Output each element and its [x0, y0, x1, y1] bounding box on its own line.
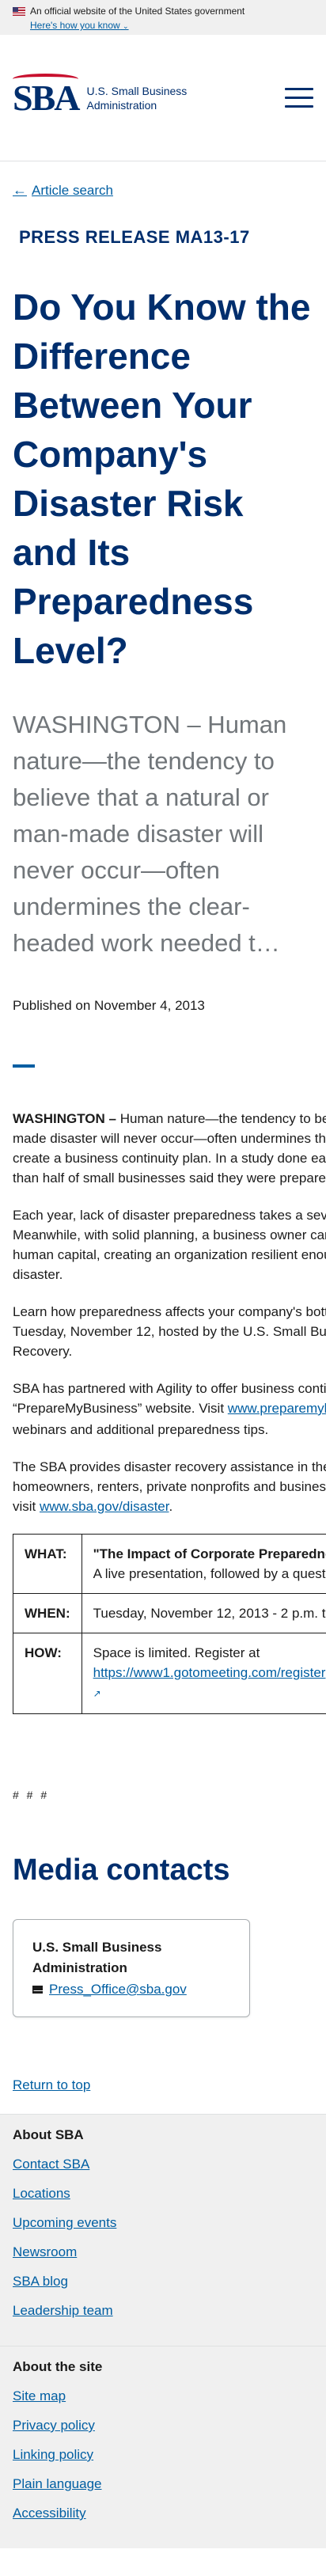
sba-logo[interactable]: SBA U.S. Small Business Administration: [13, 73, 189, 116]
paragraph-text: .: [169, 1499, 173, 1514]
article-search-link[interactable]: ← Article search: [13, 182, 113, 199]
sba-logo-mark: SBA: [13, 73, 80, 116]
menu-bar: [285, 97, 313, 99]
article-search-label: Article search: [32, 182, 113, 198]
footer-link-leadership-team[interactable]: Leadership team: [13, 2303, 113, 2318]
menu-bar: [285, 105, 313, 108]
body-paragraph: SBA has partnered with Agility to offer …: [13, 1379, 326, 1440]
event-details-table: WHAT: "The Impact of Corporate Preparedn…: [13, 1534, 326, 1714]
footer-about-sba: About SBA Contact SBA Locations Upcoming…: [0, 2114, 326, 2346]
registration-link[interactable]: https://www1.gotomeeting.com/register: [93, 1665, 326, 1680]
footer-link-list: Site map Privacy policy Linking policy P…: [13, 2388, 313, 2522]
event-detail: Space is limited. Register at: [93, 1645, 260, 1660]
footer-link-privacy-policy[interactable]: Privacy policy: [13, 2418, 95, 2433]
external-link-icon: ↗: [93, 1688, 101, 1699]
logo-arc-icon: [13, 73, 79, 85]
table-cell: Tuesday, November 12, 2013 - 2 p.m. to 3…: [81, 1593, 326, 1633]
heres-how-you-know-link[interactable]: Here's how you know ⌄: [30, 19, 129, 32]
us-flag-icon: [13, 6, 25, 16]
envelope-icon: [32, 1986, 44, 1994]
body-paragraph: Learn how preparedness affects your comp…: [13, 1304, 326, 1359]
article-body: WASHINGTON – Human nature—the tendency t…: [13, 1109, 326, 1714]
gov-banner: An official website of the United States…: [0, 0, 326, 35]
list-item: Upcoming events: [13, 2214, 313, 2232]
media-contacts-heading: Media contacts: [13, 1853, 230, 1887]
site-header: SBA U.S. Small Business Administration: [0, 35, 326, 161]
list-item: SBA blog: [13, 2273, 313, 2290]
footer-link-upcoming-events[interactable]: Upcoming events: [13, 2215, 116, 2230]
list-item: Leadership team: [13, 2302, 313, 2320]
table-row: WHEN: Tuesday, November 12, 2013 - 2 p.m…: [13, 1593, 326, 1633]
site-footer: About SBA Contact SBA Locations Upcoming…: [0, 2114, 326, 2548]
sba-disaster-link[interactable]: www.sba.gov/disaster: [40, 1499, 169, 1514]
list-item: Plain language: [13, 2475, 313, 2493]
table-label: WHEN:: [13, 1593, 82, 1633]
footer-link-site-map[interactable]: Site map: [13, 2388, 66, 2403]
table-cell: Space is limited. Register at https://ww…: [81, 1633, 326, 1714]
arrow-left-icon: ←: [13, 182, 27, 198]
list-item: Site map: [13, 2388, 313, 2405]
contact-organization: U.S. Small Business Administration: [32, 1940, 162, 1975]
footer-heading: About the site: [13, 2359, 103, 2374]
media-contact-card: U.S. Small Business Administration Press…: [13, 1919, 250, 2017]
list-item: Linking policy: [13, 2446, 313, 2464]
press-release-number: PRESS RELEASE MA13-17: [19, 227, 250, 247]
page-title: Do You Know the Difference Between Your …: [13, 286, 311, 671]
preparemybusiness-link[interactable]: www.preparemybusiness.org: [228, 1401, 326, 1416]
contact-email-row: Press_Office@sba.gov: [32, 1982, 230, 1997]
footer-heading: About SBA: [13, 2127, 84, 2142]
logo-text: U.S. Small Business Administration: [86, 84, 188, 112]
list-item: Accessibility: [13, 2505, 313, 2522]
table-row: HOW: Space is limited. Register at https…: [13, 1633, 326, 1714]
footer-link-sba-blog[interactable]: SBA blog: [13, 2274, 68, 2289]
event-title: "The Impact of Corporate Preparedness on…: [93, 1546, 326, 1561]
footer-link-locations[interactable]: Locations: [13, 2186, 70, 2201]
body-paragraph: Each year, lack of disaster preparedness…: [13, 1208, 326, 1282]
menu-bar: [285, 88, 313, 90]
heres-how-you-know-label: Here's how you know: [30, 20, 120, 31]
menu-hamburger-icon[interactable]: [285, 88, 313, 108]
closing-marks: # # #: [13, 1789, 50, 1801]
press-office-email-link[interactable]: Press_Office@sba.gov: [49, 1982, 187, 1997]
table-row: WHAT: "The Impact of Corporate Preparedn…: [13, 1534, 326, 1594]
dateline: WASHINGTON –: [13, 1111, 116, 1126]
footer-link-list: Contact SBA Locations Upcoming events Ne…: [13, 2156, 313, 2320]
official-site-text: An official website of the United States…: [30, 6, 245, 17]
chevron-down-icon: ⌄: [123, 22, 129, 30]
footer-link-contact-sba[interactable]: Contact SBA: [13, 2157, 89, 2172]
footer-link-linking-policy[interactable]: Linking policy: [13, 2447, 93, 2462]
footer-link-newsroom[interactable]: Newsroom: [13, 2244, 77, 2259]
article-summary: WASHINGTON – Human nature—the tendency t…: [13, 711, 287, 957]
list-item: Locations: [13, 2185, 313, 2202]
footer-link-accessibility[interactable]: Accessibility: [13, 2506, 86, 2521]
list-item: Privacy policy: [13, 2417, 313, 2434]
table-label: HOW:: [13, 1633, 82, 1714]
body-paragraph: The SBA provides disaster recovery assis…: [13, 1457, 326, 1516]
footer-link-plain-language[interactable]: Plain language: [13, 2476, 101, 2491]
list-item: Newsroom: [13, 2244, 313, 2261]
footer-about-site: About the site Site map Privacy policy L…: [0, 2346, 326, 2548]
table-cell: "The Impact of Corporate Preparedness on…: [81, 1534, 326, 1594]
published-date: Published on November 4, 2013: [13, 998, 205, 1013]
table-label: WHAT:: [13, 1534, 82, 1594]
article-body-viewport: WASHINGTON – Human nature—the tendency t…: [0, 1068, 326, 1714]
event-detail: A live presentation, followed by a quest…: [93, 1566, 326, 1581]
link-text: www.preparemybusiness.org: [227, 1401, 326, 1416]
main-content: ← Article search PRESS RELEASE MA13-17 D…: [0, 161, 326, 2093]
list-item: Contact SBA: [13, 2156, 313, 2173]
body-paragraph: WASHINGTON – Human nature—the tendency t…: [13, 1109, 326, 1188]
return-to-top-link[interactable]: Return to top: [13, 2077, 313, 2093]
